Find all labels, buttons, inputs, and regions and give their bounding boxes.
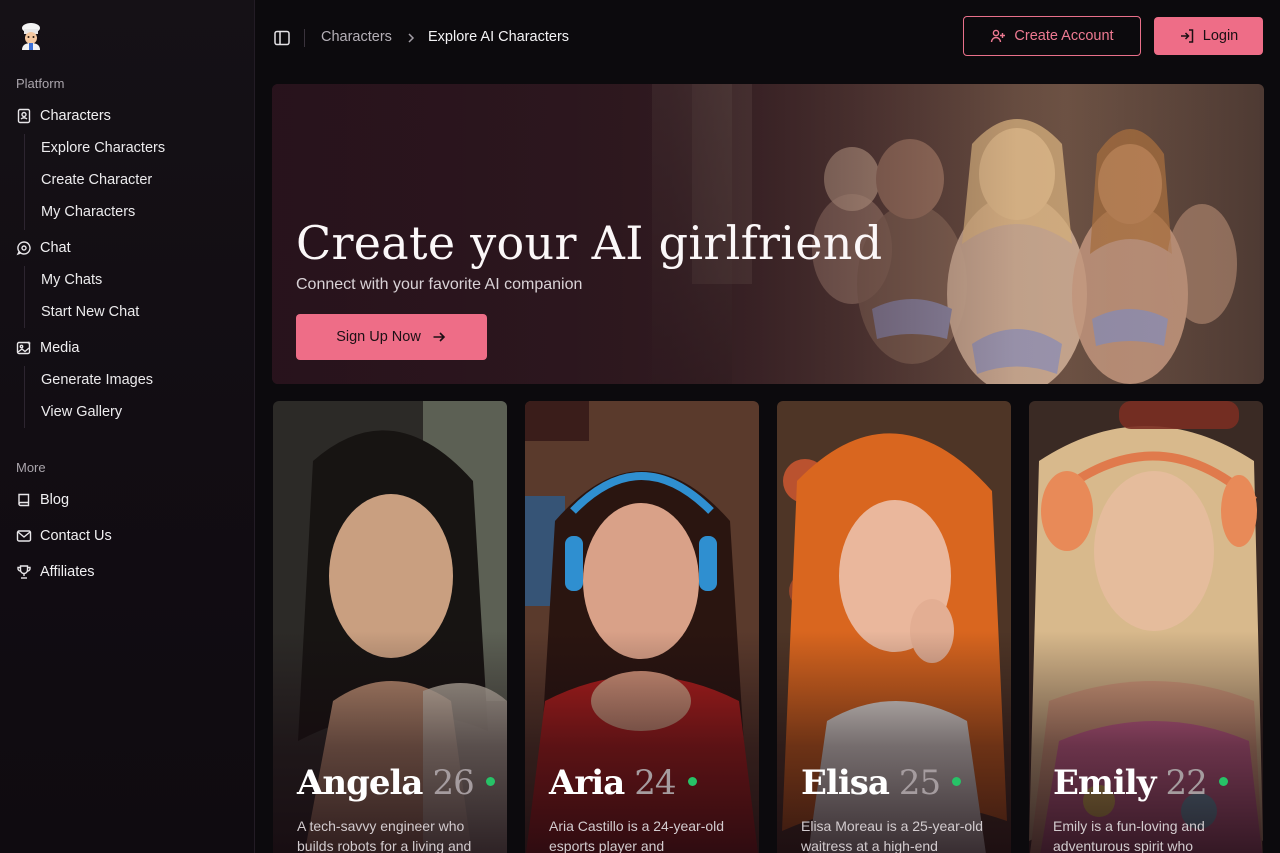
- nav-characters[interactable]: Characters: [16, 104, 111, 128]
- chat-submenu-line: [24, 266, 25, 328]
- login-label: Login: [1202, 28, 1239, 44]
- nav-chat-label: Chat: [40, 240, 71, 256]
- character-name: Aria: [549, 763, 625, 803]
- character-description: Elisa Moreau is a 25-year-old waitress a…: [801, 818, 984, 853]
- contact-card-icon: [16, 108, 32, 124]
- character-age: 24: [634, 763, 676, 803]
- sidebar-toggle-icon[interactable]: [273, 29, 291, 47]
- create-account-button[interactable]: Create Account: [963, 16, 1141, 56]
- online-status-dot: [1218, 777, 1228, 786]
- nav-media-label: Media: [40, 340, 80, 356]
- chef-logo-icon[interactable]: [16, 22, 46, 50]
- nav-contact-us-label: Contact Us: [40, 528, 112, 544]
- chevron-right-icon: [404, 30, 418, 46]
- online-status-dot: [485, 777, 495, 786]
- nav-create-character[interactable]: Create Character: [41, 169, 152, 191]
- media-submenu-line: [24, 366, 25, 428]
- hero-title: Create your AI girlfriend: [296, 216, 883, 270]
- nav-media[interactable]: Media: [16, 336, 80, 360]
- breadcrumb-characters[interactable]: Characters: [321, 29, 392, 45]
- character-card-aria[interactable]: Aria 24 Aria Castillo is a 24-year-old e…: [525, 401, 759, 853]
- more-section-label: More: [16, 460, 46, 475]
- character-name: Angela: [297, 763, 423, 803]
- nav-explore-characters[interactable]: Explore Characters: [41, 137, 165, 159]
- online-status-dot: [687, 777, 697, 786]
- book-icon: [16, 492, 32, 508]
- character-description: A tech-savvy engineer who builds robots …: [297, 818, 472, 853]
- online-status-dot: [952, 777, 962, 786]
- create-account-label: Create Account: [1014, 28, 1114, 44]
- chat-bubble-icon: [16, 240, 32, 256]
- character-name: Elisa: [801, 763, 890, 803]
- character-card-emily[interactable]: Emily 22 Emily is a fun-loving and adven…: [1029, 401, 1263, 853]
- character-age: 22: [1165, 763, 1207, 803]
- nav-affiliates-label: Affiliates: [40, 564, 95, 580]
- user-plus-icon: [990, 28, 1006, 44]
- nav-blog-label: Blog: [40, 492, 70, 508]
- sign-up-label: Sign Up Now: [336, 329, 421, 345]
- arrow-right-icon: [431, 329, 447, 345]
- character-card-elisa[interactable]: Elisa 25 Elisa Moreau is a 25-year-old w…: [777, 401, 1011, 853]
- mail-icon: [16, 528, 32, 544]
- character-age: 26: [432, 763, 474, 803]
- character-age: 25: [898, 763, 941, 803]
- sign-up-now-button[interactable]: Sign Up Now: [296, 314, 487, 360]
- hero-banner: Create your AI girlfriend Connect with y…: [272, 84, 1264, 384]
- nav-generate-images[interactable]: Generate Images: [41, 369, 153, 391]
- login-icon: [1179, 28, 1195, 44]
- character-name: Emily: [1053, 763, 1156, 803]
- nav-start-new-chat[interactable]: Start New Chat: [41, 301, 139, 323]
- nav-contact-us[interactable]: Contact Us: [16, 524, 112, 548]
- character-description: Aria Castillo is a 24-year-old esports p…: [549, 818, 725, 853]
- nav-view-gallery[interactable]: View Gallery: [41, 401, 122, 423]
- image-sparkle-icon: [16, 340, 32, 356]
- nav-affiliates[interactable]: Affiliates: [16, 560, 95, 584]
- trophy-icon: [16, 564, 32, 580]
- nav-characters-label: Characters: [40, 108, 111, 124]
- characters-submenu-line: [24, 134, 25, 230]
- card-name-row: Aria 24: [549, 763, 697, 803]
- header-divider: [304, 29, 305, 47]
- nav-chat[interactable]: Chat: [16, 236, 71, 260]
- nav-my-characters[interactable]: My Characters: [41, 201, 135, 223]
- hero-subtitle: Connect with your favorite AI companion: [296, 276, 583, 293]
- top-header: Characters Explore AI Characters Create …: [256, 0, 1280, 76]
- login-button[interactable]: Login: [1154, 17, 1263, 55]
- breadcrumb-current: Explore AI Characters: [428, 29, 570, 45]
- card-name-row: Elisa 25: [801, 763, 962, 803]
- character-description: Emily is a fun-loving and adventurous sp…: [1053, 818, 1205, 853]
- character-card-angela[interactable]: Angela 26 A tech-savvy engineer who buil…: [273, 401, 507, 853]
- nav-my-chats[interactable]: My Chats: [41, 269, 102, 291]
- sidebar: Platform Characters Explore Characters C…: [0, 0, 255, 853]
- card-name-row: Emily 22: [1053, 763, 1228, 803]
- nav-blog[interactable]: Blog: [16, 488, 69, 512]
- platform-section-label: Platform: [16, 76, 65, 91]
- card-name-row: Angela 26: [297, 763, 495, 803]
